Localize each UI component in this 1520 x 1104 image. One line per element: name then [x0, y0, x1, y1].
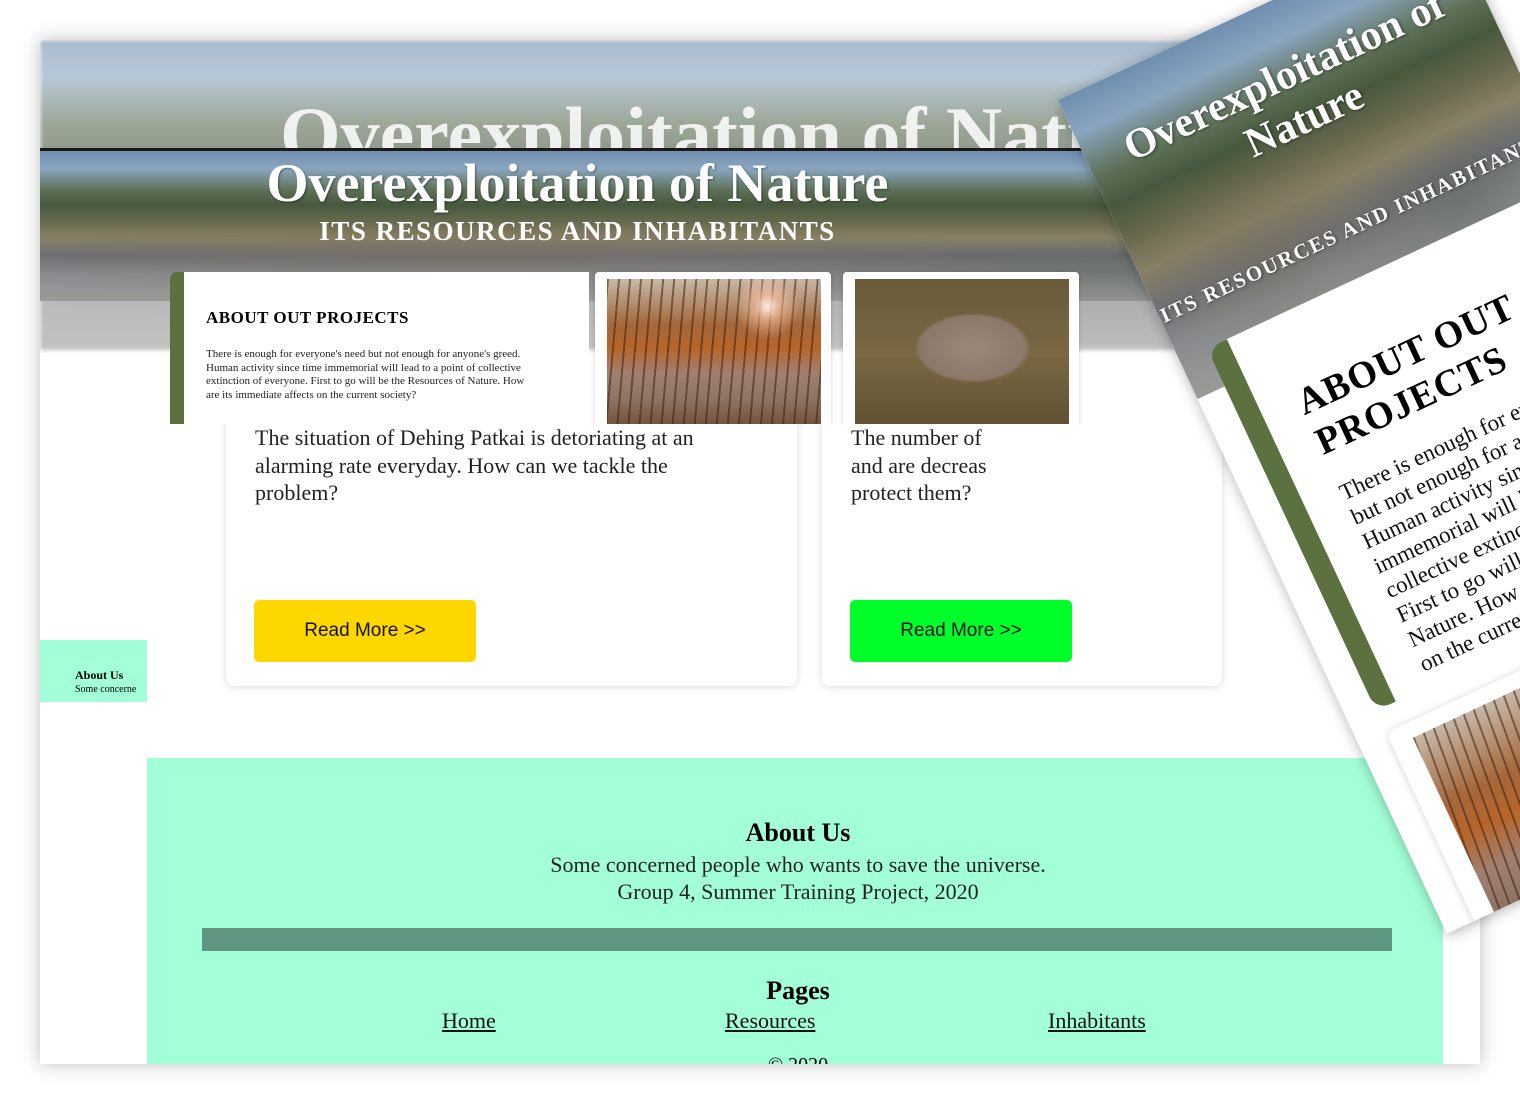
about-projects-card: ABOUT OUT PROJECTS There is enough for e… — [170, 272, 589, 432]
rhino-photo — [855, 279, 1069, 432]
hero-subtitle: ITS RESOURCES AND INHABITANTS — [319, 216, 836, 246]
footer-about-title: About Us — [745, 818, 851, 847]
desktop-screenshot-front: The situation of Dehing Patkai is detori… — [147, 424, 1443, 1064]
project-card-rhino: The number of and are decreas protect th… — [822, 424, 1222, 686]
footer-copyright: © 2020 — [147, 1054, 1443, 1064]
footer-about-line-2: Group 4, Summer Training Project, 2020 — [617, 879, 979, 904]
project-card-dehing-patkai: The situation of Dehing Patkai is detori… — [226, 424, 797, 686]
project-card-rhino-thumbnail[interactable] — [843, 272, 1079, 432]
project-card-text: The situation of Dehing Patkai is detori… — [255, 425, 694, 505]
read-more-button[interactable]: Read More >> — [254, 600, 476, 662]
footer: About Us Some concerned people who wants… — [147, 758, 1443, 1064]
footer-divider — [202, 928, 1392, 951]
footer-about-title-small: About Us — [75, 668, 124, 682]
footer-about-line-1: Some concerned people who wants to save … — [550, 852, 1046, 877]
project-card-swamp-thumbnail[interactable] — [595, 272, 831, 432]
footer-about-text-small: Some concerne — [75, 684, 137, 695]
footer-link-resources[interactable]: Resources — [725, 1008, 815, 1034]
about-projects-heading: ABOUT OUT PROJECTS — [206, 308, 409, 327]
read-more-button[interactable]: Read More >> — [850, 600, 1072, 662]
swamp-photo — [607, 279, 821, 432]
footer-link-home[interactable]: Home — [442, 1008, 496, 1034]
footer-pages-title: Pages — [766, 976, 830, 1005]
hero-title: Overexploitation of Nature — [266, 153, 889, 213]
project-card-text: The number of and are decreas protect th… — [851, 425, 987, 505]
about-projects-text: There is enough for everyone's need but … — [206, 348, 525, 401]
footer-link-inhabitants[interactable]: Inhabitants — [1048, 1008, 1146, 1034]
